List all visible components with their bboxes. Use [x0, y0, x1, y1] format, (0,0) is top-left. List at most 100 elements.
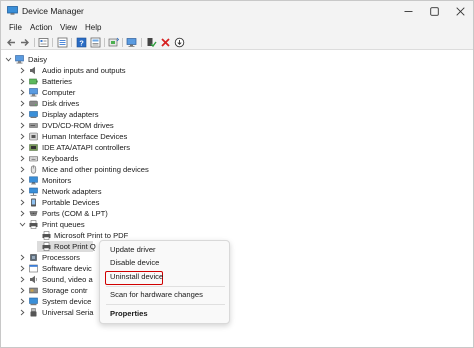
tree-device-selected[interactable]: Root Print Q: [1, 241, 101, 252]
minimize-icon: [404, 10, 412, 12]
monitor-icon: [29, 176, 38, 185]
chevron-right-icon[interactable]: [19, 100, 26, 107]
tree-category[interactable]: System device: [1, 296, 97, 307]
tree-category[interactable]: Audio inputs and outputs: [1, 65, 161, 76]
tree-category[interactable]: Universal Seria: [1, 307, 97, 318]
display-adapter-icon: [29, 110, 38, 119]
menu-action[interactable]: Action: [30, 23, 52, 32]
tree-category-label: Ports (COM & LPT): [42, 209, 108, 218]
tree-category-label: Universal Seria: [42, 308, 94, 317]
menu-item-scan-hardware[interactable]: Scan for hardware changes: [110, 290, 203, 300]
tree-category[interactable]: Batteries: [1, 76, 161, 87]
tree-category[interactable]: Storage contr: [1, 285, 97, 296]
tree-category-label: Monitors: [42, 176, 72, 185]
minimize-button[interactable]: [395, 1, 421, 21]
close-button[interactable]: [447, 1, 473, 21]
chevron-right-icon[interactable]: [19, 166, 26, 173]
menu-view[interactable]: View: [60, 23, 77, 32]
uninstall-device-button[interactable]: [160, 37, 171, 48]
tree-root[interactable]: Daisy: [1, 54, 121, 65]
chevron-right-icon[interactable]: [19, 199, 26, 206]
storage-controller-icon: [29, 286, 38, 295]
back-button[interactable]: [6, 37, 17, 48]
device-manager-icon: [7, 6, 18, 15]
tree-category[interactable]: IDE ATA/ATAPI controllers: [1, 142, 161, 153]
tree-category-label: Network adapters: [42, 187, 102, 196]
chevron-right-icon[interactable]: [19, 144, 26, 151]
tree-category-label: DVD/CD-ROM drives: [42, 121, 114, 130]
tree-category[interactable]: Ports (COM & LPT): [1, 208, 161, 219]
details-button[interactable]: [90, 37, 101, 48]
chevron-right-icon[interactable]: [19, 287, 26, 294]
port-icon: [29, 209, 38, 218]
menu-item-uninstall-device[interactable]: Uninstall device: [110, 272, 163, 282]
enable-device-button[interactable]: [146, 37, 157, 48]
menu-item-properties[interactable]: Properties: [110, 309, 148, 319]
chevron-right-icon[interactable]: [19, 89, 26, 96]
menu-item-disable-device[interactable]: Disable device: [110, 258, 159, 268]
details-icon: [90, 37, 101, 48]
tree-category-label: Portable Devices: [42, 198, 100, 207]
menu-file[interactable]: File: [9, 23, 22, 32]
tree-category[interactable]: Mice and other pointing devices: [1, 164, 181, 175]
tree-category[interactable]: Network adapters: [1, 186, 161, 197]
chevron-right-icon[interactable]: [19, 188, 26, 195]
chevron-right-icon[interactable]: [19, 298, 26, 305]
tree-category[interactable]: Sound, video a: [1, 274, 97, 285]
tree-category[interactable]: Monitors: [1, 175, 161, 186]
list-view-button[interactable]: [57, 37, 68, 48]
tree-category[interactable]: Print queues: [1, 219, 161, 230]
tree-category[interactable]: Human Interface Devices: [1, 131, 161, 142]
chevron-right-icon[interactable]: [19, 177, 26, 184]
chevron-down-icon[interactable]: [5, 56, 12, 63]
tree-category[interactable]: Display adapters: [1, 109, 161, 120]
tree-category[interactable]: Computer: [1, 87, 161, 98]
chevron-right-icon[interactable]: [19, 67, 26, 74]
maximize-button[interactable]: [421, 1, 447, 21]
chevron-right-icon[interactable]: [19, 78, 26, 85]
toolbar-separator: [122, 38, 123, 47]
tree-category-label: IDE ATA/ATAPI controllers: [42, 143, 131, 152]
chevron-right-icon[interactable]: [19, 265, 26, 272]
printer-icon: [29, 220, 38, 229]
chevron-down-icon[interactable]: [19, 221, 26, 228]
system-device-icon: [29, 297, 38, 306]
properties-button[interactable]: [38, 37, 49, 48]
software-device-icon: [29, 264, 38, 273]
tree-category[interactable]: DVD/CD-ROM drives: [1, 120, 161, 131]
chevron-right-icon[interactable]: [19, 309, 26, 316]
menu-help[interactable]: Help: [85, 23, 101, 32]
tree-root-label: Daisy: [28, 55, 47, 64]
scan-hardware-button[interactable]: [126, 37, 137, 48]
toolbar-separator: [104, 38, 105, 47]
menu-item-update-driver[interactable]: Update driver: [110, 245, 156, 255]
update-driver-button[interactable]: [108, 37, 119, 48]
close-icon: [455, 6, 465, 16]
chevron-right-icon[interactable]: [19, 111, 26, 118]
enable-device-icon: [147, 38, 157, 48]
forward-button[interactable]: [19, 37, 30, 48]
tree-category[interactable]: Processors: [1, 252, 97, 263]
tree-category[interactable]: Keyboards: [1, 153, 161, 164]
menu-bar: File Action View Help: [1, 21, 473, 35]
printer-icon: [42, 231, 51, 240]
chevron-right-icon[interactable]: [19, 276, 26, 283]
tree-category-label: Sound, video a: [42, 275, 93, 284]
tree-category[interactable]: Portable Devices: [1, 197, 161, 208]
portable-device-icon: [29, 198, 38, 207]
scan-hardware-icon: [126, 38, 137, 47]
download-button[interactable]: [174, 37, 185, 48]
tree-category-label: Software devic: [42, 264, 92, 273]
toolbar-separator: [71, 38, 72, 47]
toolbar: ?: [1, 35, 473, 50]
chevron-right-icon[interactable]: [19, 122, 26, 129]
help-button[interactable]: ?: [76, 37, 87, 48]
tree-category[interactable]: Software devic: [1, 263, 97, 274]
chevron-right-icon[interactable]: [19, 133, 26, 140]
chevron-right-icon[interactable]: [19, 254, 26, 261]
chevron-right-icon[interactable]: [19, 210, 26, 217]
disk-drive-icon: [29, 99, 38, 108]
device-manager-window: Device Manager File Action View Help ? D…: [0, 0, 474, 348]
tree-category[interactable]: Disk drives: [1, 98, 161, 109]
chevron-right-icon[interactable]: [19, 155, 26, 162]
